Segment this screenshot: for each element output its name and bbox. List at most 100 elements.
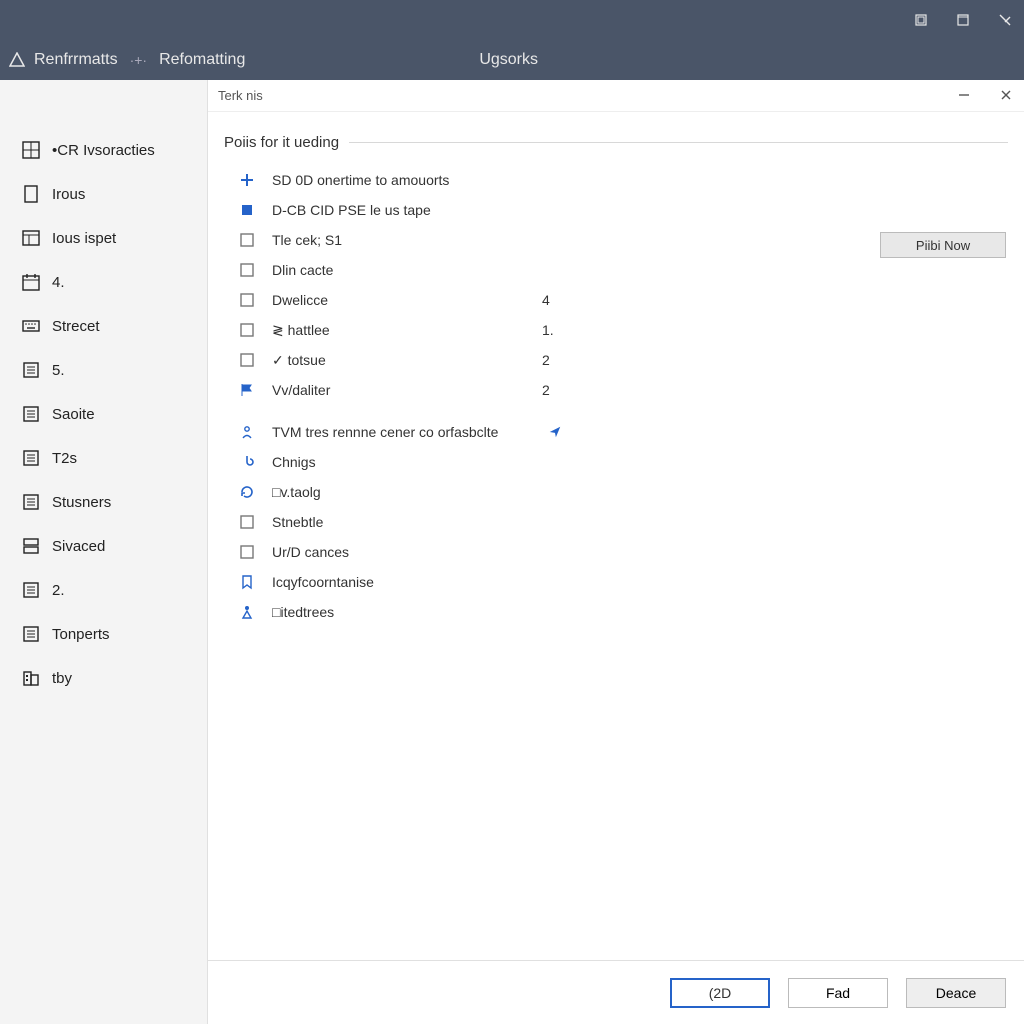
panel-close-icon[interactable] [1000,89,1014,103]
square-icon [238,513,256,531]
list-icon [20,491,42,513]
option-row-13[interactable]: Icqyfcoorntanise [238,567,1024,597]
option-row-5[interactable]: ≷ hattlee1. [238,315,1024,345]
flag-icon [238,381,256,399]
cancel-button[interactable]: Deace [906,978,1006,1008]
sidebar-item-8[interactable]: Stusners [20,480,207,524]
grid-icon [20,139,42,161]
menubar-center-label[interactable]: Ugsorks [479,51,538,68]
option-label: Ur/D cances [272,544,542,560]
square-icon [238,231,256,249]
option-label: ≷ hattlee [272,322,542,339]
option-value: 4 [542,292,550,308]
sidebar-item-7[interactable]: T2s [20,436,207,480]
option-label: Dwelicce [272,292,542,308]
dialog-footer: (2D Fad Deace [208,960,1024,1024]
option-label: □v.taolg [272,484,542,500]
option-label: ✓ totsue [272,352,542,369]
option-row-10[interactable]: □v.taolg [238,477,1024,507]
option-label: Tle cek; S1 [272,232,542,248]
option-row-11[interactable]: Stnebtle [238,507,1024,537]
panel-header: Terk nis [208,80,1024,112]
sidebar-item-label: •CR Ivsoracties [52,142,155,159]
sidebar-item-label: 5. [52,362,65,379]
option-label: Stnebtle [272,514,542,530]
plus-icon [238,171,256,189]
panel-minimize-icon[interactable] [958,89,972,103]
option-label: TVM tres rennne cener co orfasbclte [272,424,542,440]
person-icon [238,423,256,441]
menubar: Renfrrmatts ·+· Refomatting Ugsorks [0,40,1024,80]
section-divider [349,142,1008,143]
sidebar-item-label: Tonperts [52,626,110,643]
sidebar-item-label: Sivaced [52,538,105,555]
option-value: 2 [542,382,550,398]
sidebar-item-label: Stusners [52,494,111,511]
option-row-4[interactable]: Dwelicce4 [238,285,1024,315]
option-value: 1. [542,322,554,338]
hook-icon [238,453,256,471]
bookmark-icon [238,573,256,591]
close-icon[interactable] [998,13,1012,27]
apply-button[interactable]: Fad [788,978,888,1008]
option-row-7[interactable]: Vv/daliter2 [238,375,1024,405]
option-row-1[interactable]: D-CB CID PSE le us tape [238,195,1024,225]
option-label: Chnigs [272,454,542,470]
list-icon [20,403,42,425]
window-titlebar [0,0,1024,40]
sidebar-item-label: tby [52,670,72,687]
option-label: Vv/daliter [272,382,542,398]
breadcrumb-separator-icon: ·+· [126,52,152,68]
option-row-0[interactable]: SD 0D onertime to amouorts [238,165,1024,195]
option-label: D-CB CID PSE le us tape [272,202,542,218]
app-name: Renfrrmatts [34,51,118,69]
option-value: 2 [542,352,550,368]
sidebar-item-6[interactable]: Saoite [20,392,207,436]
sidebar-item-11[interactable]: Tonperts [20,612,207,656]
breadcrumb[interactable]: Refomatting [159,51,245,69]
run-now-button[interactable]: Piibi Now [880,232,1006,258]
sidebar-item-1[interactable]: Irous [20,172,207,216]
sidebar-item-5[interactable]: 5. [20,348,207,392]
option-row-8[interactable]: TVM tres rennne cener co orfasbclte [238,417,1024,447]
panel-tab-label[interactable]: Terk nis [218,88,263,103]
main-panel: Terk nis Poiis for it ueding SD 0D onert… [208,80,1024,1024]
list-icon [20,579,42,601]
option-label: □itedtrees [272,604,542,620]
list-icon [20,359,42,381]
refresh-icon [238,483,256,501]
section-title: Poiis for it ueding [224,134,349,151]
option-row-3[interactable]: Dlin cacte [238,255,1024,285]
sidebar-item-2[interactable]: Ious ispet [20,216,207,260]
sidebar-item-label: Ious ispet [52,230,116,247]
checkbox-icon [238,351,256,369]
option-label: Dlin cacte [272,262,542,278]
keyboard-icon [20,315,42,337]
sidebar-item-label: 4. [52,274,65,291]
square-icon [238,291,256,309]
sidebar-item-12[interactable]: tby [20,656,207,700]
sidebar-item-0[interactable]: •CR Ivsoracties [20,128,207,172]
option-row-12[interactable]: Ur/D cances [238,537,1024,567]
minimize-icon[interactable] [914,13,928,27]
sidebar-item-label: Strecet [52,318,100,335]
sidebar-item-9[interactable]: Sivaced [20,524,207,568]
ok-button[interactable]: (2D [670,978,770,1008]
sidebar: •CR Ivsoracties Irous Ious ispet 4. Strecet 5… [0,80,208,1024]
page-icon [20,183,42,205]
section-header: Poiis for it ueding [224,134,1008,151]
send-icon [546,423,564,441]
list-icon [20,623,42,645]
sidebar-item-10[interactable]: 2. [20,568,207,612]
sidebar-item-3[interactable]: 4. [20,260,207,304]
maximize-icon[interactable] [956,13,970,27]
sidebar-item-label: 2. [52,582,65,599]
sidebar-item-label: Irous [52,186,85,203]
option-row-6[interactable]: ✓ totsue2 [238,345,1024,375]
panel-icon [20,227,42,249]
option-row-14[interactable]: □itedtrees [238,597,1024,627]
option-row-9[interactable]: Chnigs [238,447,1024,477]
sidebar-item-label: T2s [52,450,77,467]
sidebar-item-4[interactable]: Strecet [20,304,207,348]
list-icon [20,447,42,469]
